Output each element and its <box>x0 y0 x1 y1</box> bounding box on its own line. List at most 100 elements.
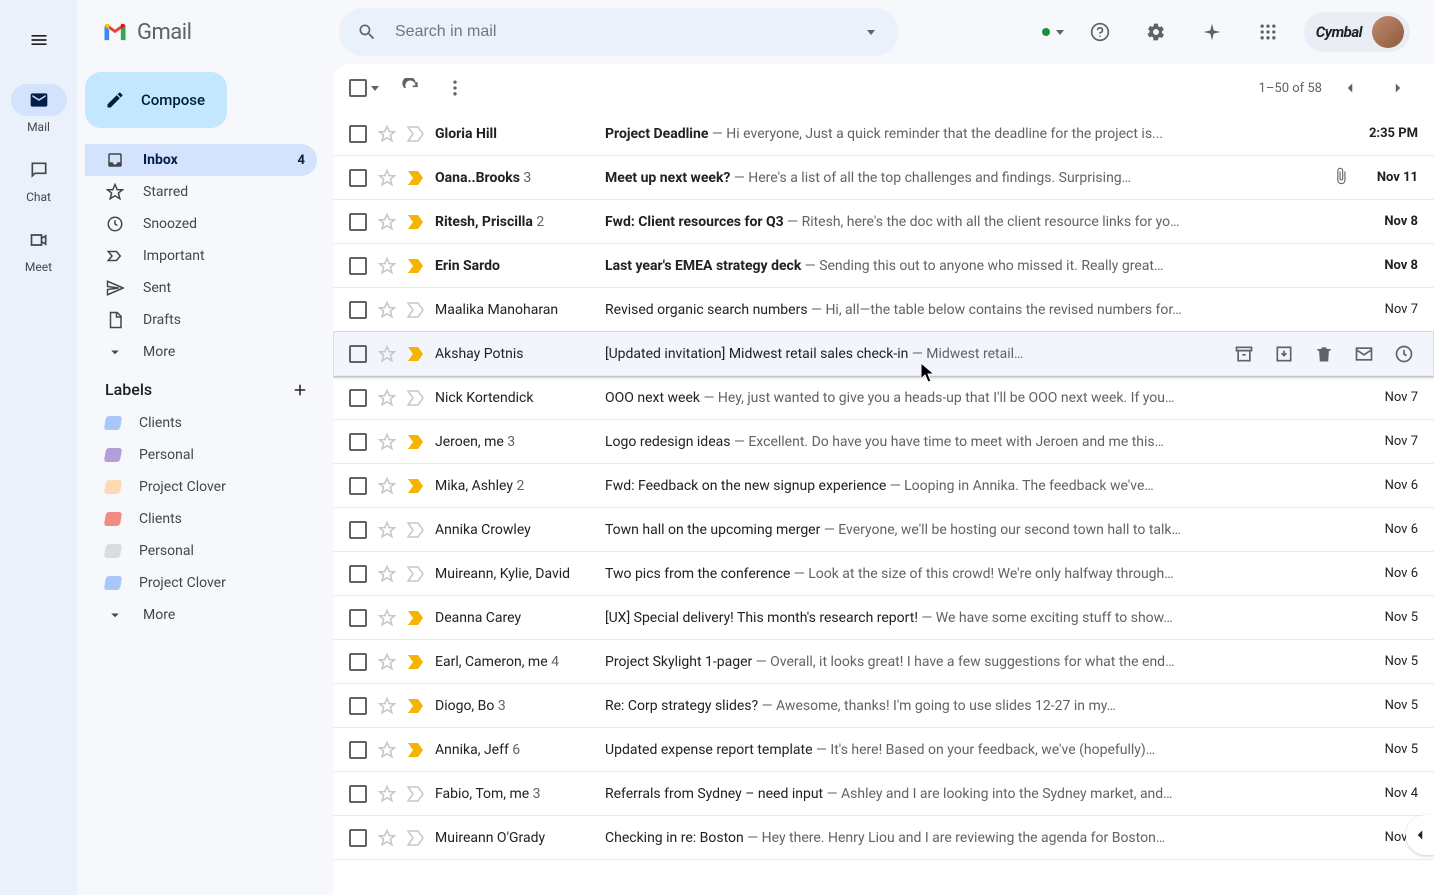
important-marker[interactable] <box>407 126 425 142</box>
select-all-checkbox[interactable] <box>349 79 367 97</box>
search-input[interactable] <box>395 23 843 41</box>
important-marker[interactable] <box>407 434 425 450</box>
label-item[interactable]: Personal <box>85 535 333 567</box>
select-all[interactable] <box>349 79 379 97</box>
email-row[interactable]: Jeroen, me 3 Logo redesign ideas — Excel… <box>333 420 1434 464</box>
row-checkbox[interactable] <box>349 125 367 143</box>
main-menu-button[interactable] <box>15 16 63 64</box>
row-checkbox[interactable] <box>349 609 367 627</box>
label-item[interactable]: Clients <box>85 407 333 439</box>
star-button[interactable] <box>377 432 397 452</box>
email-row[interactable]: Muireann O'Grady Checking in re: Boston … <box>333 816 1434 860</box>
archive-icon[interactable] <box>1234 344 1254 364</box>
row-checkbox[interactable] <box>349 741 367 759</box>
star-button[interactable] <box>377 564 397 584</box>
important-marker[interactable] <box>407 302 425 318</box>
email-row[interactable]: Deanna Carey [UX] Special delivery! This… <box>333 596 1434 640</box>
nav-drafts[interactable]: Drafts <box>85 304 317 336</box>
important-marker[interactable] <box>407 830 425 846</box>
nav-more[interactable]: More <box>85 336 317 368</box>
row-checkbox[interactable] <box>349 301 367 319</box>
important-marker[interactable] <box>407 566 425 582</box>
label-item[interactable]: Clients <box>85 503 333 535</box>
star-button[interactable] <box>377 388 397 408</box>
row-checkbox[interactable] <box>349 345 367 363</box>
refresh-button[interactable] <box>399 76 423 100</box>
important-marker[interactable] <box>407 610 425 626</box>
prev-page-button[interactable] <box>1330 68 1370 108</box>
row-checkbox[interactable] <box>349 785 367 803</box>
important-marker[interactable] <box>407 522 425 538</box>
rail-chat[interactable]: Chat <box>11 154 67 204</box>
star-button[interactable] <box>377 740 397 760</box>
star-button[interactable] <box>377 784 397 804</box>
star-button[interactable] <box>377 828 397 848</box>
email-row[interactable]: Annika Crowley Town hall on the upcoming… <box>333 508 1434 552</box>
important-marker[interactable] <box>407 346 425 362</box>
row-checkbox[interactable] <box>349 213 367 231</box>
email-list[interactable]: Gloria Hill Project Deadline — Hi everyo… <box>333 112 1434 895</box>
row-checkbox[interactable] <box>349 169 367 187</box>
mark-read-icon[interactable] <box>1354 344 1374 364</box>
support-button[interactable] <box>1080 12 1120 52</box>
row-checkbox[interactable] <box>349 565 367 583</box>
status-indicator[interactable] <box>1042 28 1064 36</box>
snooze-icon[interactable] <box>1394 344 1414 364</box>
star-button[interactable] <box>377 520 397 540</box>
important-marker[interactable] <box>407 654 425 670</box>
star-button[interactable] <box>377 212 397 232</box>
important-marker[interactable] <box>407 258 425 274</box>
important-marker[interactable] <box>407 390 425 406</box>
star-button[interactable] <box>377 168 397 188</box>
star-button[interactable] <box>377 256 397 276</box>
email-row[interactable]: Gloria Hill Project Deadline — Hi everyo… <box>333 112 1434 156</box>
delete-icon[interactable] <box>1314 344 1334 364</box>
row-checkbox[interactable] <box>349 521 367 539</box>
next-page-button[interactable] <box>1378 68 1418 108</box>
row-checkbox[interactable] <box>349 257 367 275</box>
nav-sent[interactable]: Sent <box>85 272 317 304</box>
email-row[interactable]: Mika, Ashley 2 Fwd: Feedback on the new … <box>333 464 1434 508</box>
move-to-inbox-icon[interactable] <box>1274 344 1294 364</box>
email-row[interactable]: Maalika Manoharan Revised organic search… <box>333 288 1434 332</box>
compose-button[interactable]: Compose <box>85 72 227 128</box>
gemini-button[interactable] <box>1192 12 1232 52</box>
star-button[interactable] <box>377 652 397 672</box>
important-marker[interactable] <box>407 214 425 230</box>
labels-more[interactable]: More <box>85 599 317 631</box>
email-row[interactable]: Akshay Potnis [Updated invitation] Midwe… <box>333 332 1434 376</box>
star-button[interactable] <box>377 124 397 144</box>
row-checkbox[interactable] <box>349 697 367 715</box>
email-row[interactable]: Diogo, Bo 3 Re: Corp strategy slides? — … <box>333 684 1434 728</box>
nav-snoozed[interactable]: Snoozed <box>85 208 317 240</box>
email-row[interactable]: Fabio, Tom, me 3 Referrals from Sydney –… <box>333 772 1434 816</box>
row-checkbox[interactable] <box>349 829 367 847</box>
email-row[interactable]: Annika, Jeff 6 Updated expense report te… <box>333 728 1434 772</box>
add-label-button[interactable] <box>291 381 309 399</box>
star-button[interactable] <box>377 696 397 716</box>
apps-button[interactable] <box>1248 12 1288 52</box>
nav-starred[interactable]: Starred <box>85 176 317 208</box>
email-row[interactable]: Nick Kortendick OOO next week — Hey, jus… <box>333 376 1434 420</box>
row-checkbox[interactable] <box>349 477 367 495</box>
important-marker[interactable] <box>407 170 425 186</box>
email-row[interactable]: Erin Sardo Last year's EMEA strategy dec… <box>333 244 1434 288</box>
label-item[interactable]: Personal <box>85 439 333 471</box>
nav-inbox[interactable]: Inbox 4 <box>85 144 317 176</box>
search-options-button[interactable] <box>851 12 891 52</box>
email-row[interactable]: Oana..Brooks 3 Meet up next week? — Here… <box>333 156 1434 200</box>
search-bar[interactable] <box>339 8 899 56</box>
email-row[interactable]: Muireann, Kylie, David Two pics from the… <box>333 552 1434 596</box>
star-button[interactable] <box>377 300 397 320</box>
nav-important[interactable]: Important <box>85 240 317 272</box>
important-marker[interactable] <box>407 786 425 802</box>
logo[interactable]: Gmail <box>93 18 331 46</box>
star-button[interactable] <box>377 476 397 496</box>
search-button[interactable] <box>347 12 387 52</box>
label-item[interactable]: Project Clover <box>85 471 333 503</box>
email-row[interactable]: Ritesh, Priscilla 2 Fwd: Client resource… <box>333 200 1434 244</box>
star-button[interactable] <box>377 344 397 364</box>
settings-button[interactable] <box>1136 12 1176 52</box>
more-button[interactable] <box>443 76 467 100</box>
rail-meet[interactable]: Meet <box>11 224 67 274</box>
